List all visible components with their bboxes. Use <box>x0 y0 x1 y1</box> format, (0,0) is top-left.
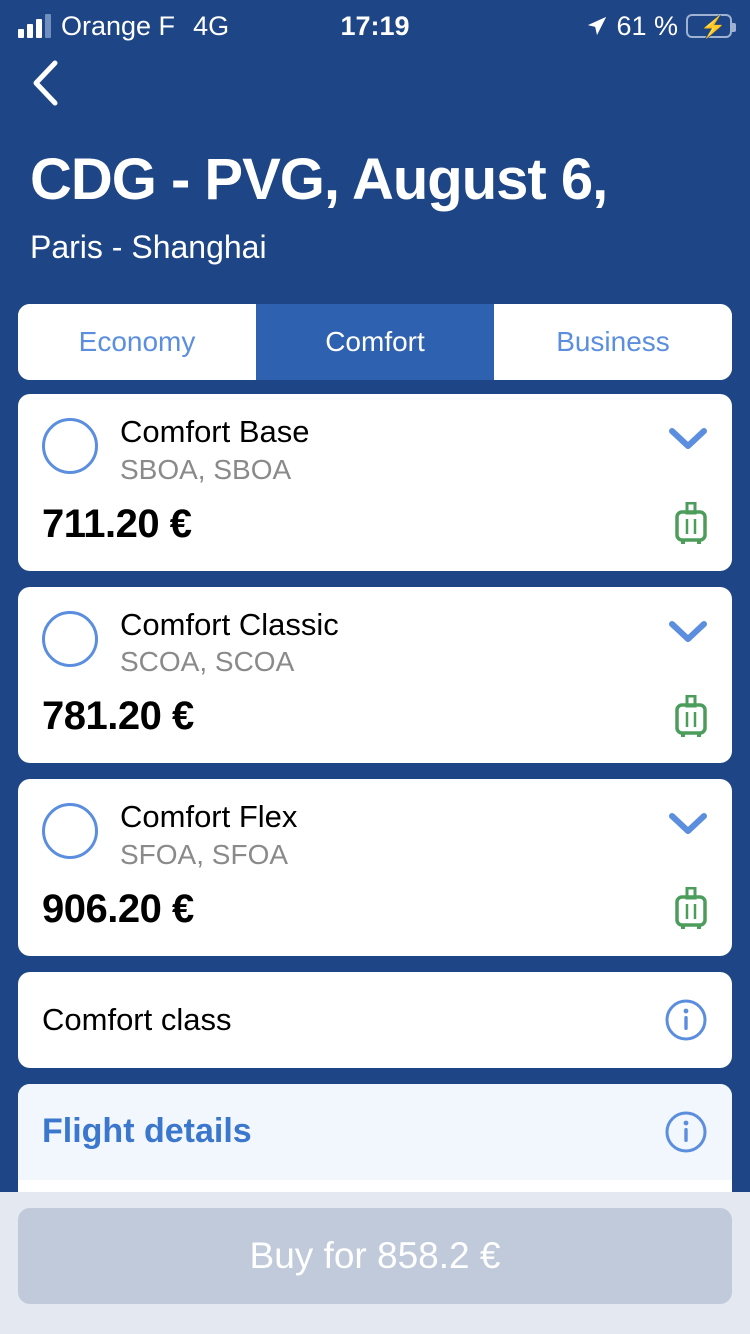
fare-radio-button[interactable] <box>42 417 98 474</box>
fare-text-block: Comfort Base SBOA, SBOA <box>120 414 656 486</box>
fare-radio-button[interactable] <box>42 803 98 860</box>
flight-details-title: Flight details <box>42 1112 252 1151</box>
signal-strength-icon <box>18 14 51 38</box>
suitcase-icon <box>675 694 707 737</box>
status-bar: Orange F 4G 17:19 61 % ⚡ <box>0 0 750 52</box>
chevron-down-icon <box>669 427 707 449</box>
phone-screen: Orange F 4G 17:19 61 % ⚡ CDG - PVG, Augu… <box>0 0 750 1334</box>
flight-details-header[interactable]: Flight details <box>18 1083 732 1180</box>
tab-economy[interactable]: Economy <box>18 303 256 380</box>
fare-card-header: Comfort Flex SFOA, SFOA <box>42 799 708 871</box>
suitcase-icon <box>675 887 707 930</box>
suitcase-icon <box>675 502 707 545</box>
fare-card[interactable]: Comfort Classic SCOA, SCOA 781.20 € <box>18 586 732 764</box>
fare-codes: SFOA, SFOA <box>120 838 289 870</box>
fare-codes: SBOA, SBOA <box>120 453 292 485</box>
cabin-class-tabs: Economy Comfort Business <box>18 303 732 380</box>
fare-card[interactable]: Comfort Flex SFOA, SFOA 906.20 € <box>18 779 732 956</box>
navigation-bar <box>0 52 750 114</box>
location-arrow-icon <box>588 16 607 36</box>
chevron-left-icon <box>33 60 58 106</box>
chevron-down-icon <box>669 813 707 835</box>
fare-card-header: Comfort Base SBOA, SBOA <box>42 414 708 486</box>
page-subtitle: Paris - Shanghai <box>30 228 267 265</box>
fare-price: 711.20 € <box>42 501 192 546</box>
fare-name: Comfort Base <box>120 413 310 449</box>
fare-codes: SCOA, SCOA <box>120 646 295 678</box>
fare-card[interactable]: Comfort Base SBOA, SBOA 711.20 € <box>18 393 732 571</box>
info-icon[interactable] <box>664 1110 708 1154</box>
page-header: CDG - PVG, August 6, Paris - Shanghai <box>0 114 750 266</box>
comfort-class-label: Comfort class <box>42 1001 232 1037</box>
tab-comfort[interactable]: Comfort <box>256 303 494 380</box>
battery-percent-label: 61 % <box>616 10 678 41</box>
fare-card-header: Comfort Classic SCOA, SCOA <box>42 607 708 679</box>
page-title: CDG - PVG, August 6, <box>30 147 608 212</box>
battery-icon: ⚡ <box>686 14 736 39</box>
fare-radio-button[interactable] <box>42 610 98 667</box>
fare-text-block: Comfort Flex SFOA, SFOA <box>120 799 656 871</box>
carrier-label: Orange F <box>61 10 176 41</box>
buy-button[interactable]: Buy for 858.2 € <box>18 1208 732 1304</box>
status-bar-left: Orange F 4G <box>18 11 229 42</box>
status-bar-right: 61 % ⚡ <box>586 10 736 42</box>
purchase-footer: Buy for 858.2 € <box>0 1192 750 1334</box>
back-button[interactable] <box>20 58 70 108</box>
chevron-down-icon <box>669 620 707 642</box>
fare-card-footer: 906.20 € <box>42 887 708 932</box>
tab-business[interactable]: Business <box>494 303 732 380</box>
fare-price: 906.20 € <box>42 886 194 931</box>
fare-list: Comfort Base SBOA, SBOA 711.20 € Comfort… <box>0 393 750 1192</box>
fare-expand-button[interactable] <box>656 799 708 837</box>
fare-name: Comfort Flex <box>120 799 298 835</box>
fare-text-block: Comfort Classic SCOA, SCOA <box>120 607 656 679</box>
fare-expand-button[interactable] <box>656 607 708 645</box>
fare-expand-button[interactable] <box>656 414 708 452</box>
flight-details-card: Flight details CDG SVO PVG <box>18 1083 732 1192</box>
network-type-label: 4G <box>193 10 230 41</box>
route-diagram: CDG SVO PVG <box>18 1179 732 1192</box>
fare-card-footer: 781.20 € <box>42 694 708 739</box>
comfort-class-info-row[interactable]: Comfort class <box>18 971 732 1068</box>
fare-card-footer: 711.20 € <box>42 502 708 547</box>
info-icon[interactable] <box>664 998 708 1042</box>
fare-price: 781.20 € <box>42 694 194 739</box>
fare-name: Comfort Classic <box>120 606 339 642</box>
